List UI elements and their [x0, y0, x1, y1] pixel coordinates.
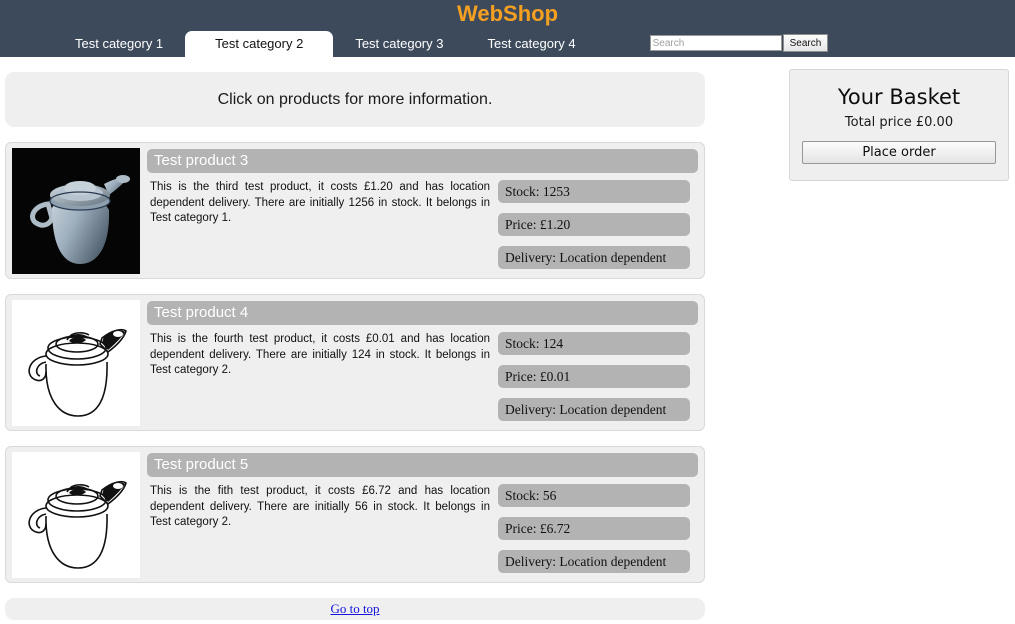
teapot-lineart-icon — [12, 300, 140, 426]
product-description: This is the fith test product, it costs … — [150, 485, 490, 528]
tab-test-category-4[interactable]: Test category 4 — [465, 31, 597, 57]
basket-panel: Your Basket Total price £0.00 Place orde… — [789, 69, 1009, 181]
product-card[interactable]: Test product 4 This is the fourth test p… — [5, 294, 705, 431]
place-order-button[interactable]: Place order — [802, 141, 996, 164]
footer-bar: Go to top — [5, 598, 705, 620]
tab-test-category-1[interactable]: Test category 1 — [53, 31, 185, 57]
product-card[interactable]: Test product 3 This is the third test pr… — [5, 142, 705, 279]
product-card[interactable]: Test product 5 This is the fith test pro… — [5, 446, 705, 583]
product-description: This is the third test product, it costs… — [150, 181, 490, 224]
price-badge: Price: £6.72 — [498, 517, 690, 540]
search-area: Search — [649, 31, 829, 57]
stock-badge: Stock: 124 — [498, 332, 690, 355]
go-to-top-link[interactable]: Go to top — [330, 601, 379, 617]
tab-test-category-3[interactable]: Test category 3 — [333, 31, 465, 57]
delivery-badge: Delivery: Location dependent — [498, 398, 690, 421]
product-badges: Stock: 56 Price: £6.72 Delivery: Locatio… — [498, 484, 690, 573]
main-content: Click on products for more information. — [5, 72, 705, 620]
search-input[interactable] — [649, 35, 782, 51]
sidebar: Your Basket Total price £0.00 Place orde… — [789, 69, 1009, 181]
site-title: WebShop — [456, 1, 559, 26]
site-header: WebShop Test category 1 Test category 2 … — [0, 0, 1015, 57]
price-badge: Price: £0.01 — [498, 365, 690, 388]
search-button[interactable]: Search — [782, 34, 829, 52]
delivery-badge: Delivery: Location dependent — [498, 246, 690, 269]
stock-badge: Stock: 1253 — [498, 180, 690, 203]
teapot-lineart-icon — [12, 452, 140, 578]
category-tabbar: Test category 1 Test category 2 Test cat… — [0, 31, 1015, 57]
price-badge: Price: £1.20 — [498, 213, 690, 236]
product-title: Test product 3 — [147, 149, 698, 173]
basket-total-price: Total price £0.00 — [844, 115, 954, 130]
stock-badge: Stock: 56 — [498, 484, 690, 507]
info-banner: Click on products for more information. — [5, 72, 705, 127]
product-title: Test product 4 — [147, 301, 698, 325]
product-badges: Stock: 1253 Price: £1.20 Delivery: Locat… — [498, 180, 690, 269]
teapot-photo-icon — [12, 148, 140, 274]
product-title: Test product 5 — [147, 453, 698, 477]
product-badges: Stock: 124 Price: £0.01 Delivery: Locati… — [498, 332, 690, 421]
tab-test-category-2[interactable]: Test category 2 — [185, 31, 334, 57]
basket-title: Your Basket — [837, 85, 961, 109]
product-description: This is the fourth test product, it cost… — [150, 333, 490, 376]
delivery-badge: Delivery: Location dependent — [498, 550, 690, 573]
